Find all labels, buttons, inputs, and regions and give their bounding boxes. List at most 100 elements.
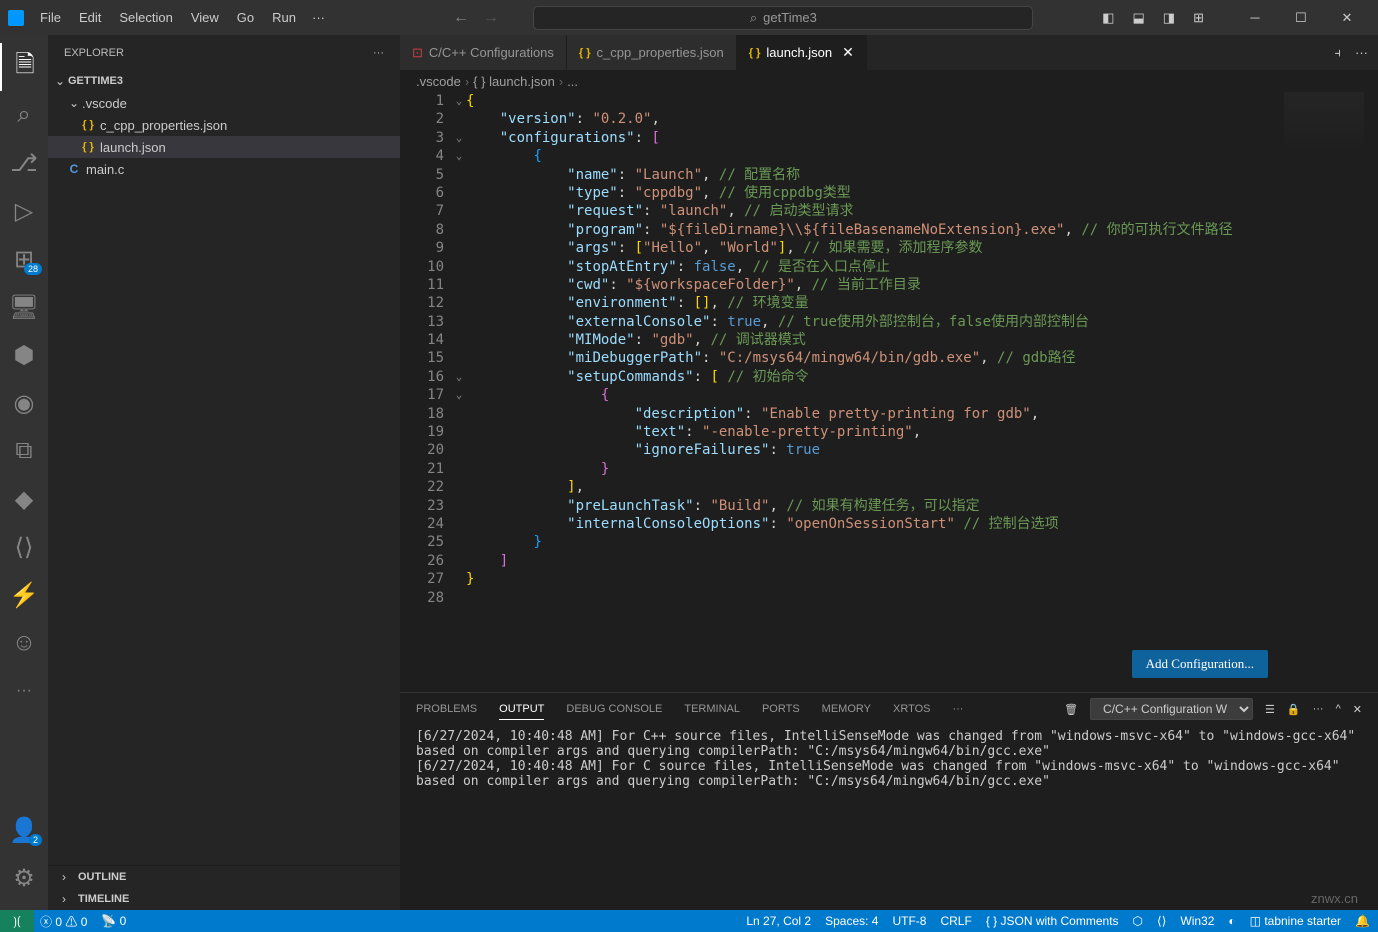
status-cursor[interactable]: Ln 27, Col 2	[746, 914, 811, 928]
status-platform[interactable]: Win32	[1180, 914, 1214, 928]
add-configuration-button[interactable]: Add Configuration...	[1132, 650, 1268, 678]
layout-panel-icon[interactable]: ⬓	[1132, 10, 1144, 26]
output-content[interactable]: [6/27/2024, 10:40:48 AM] For C++ source …	[400, 725, 1378, 910]
status-eol[interactable]: CRLF	[940, 914, 971, 928]
menu-selection[interactable]: Selection	[111, 6, 180, 29]
fold-icon[interactable]	[452, 184, 466, 202]
panel-tab-terminal[interactable]: TERMINAL	[684, 699, 740, 719]
fold-icon[interactable]: ⌄	[452, 386, 466, 404]
fold-icon[interactable]	[452, 552, 466, 570]
fold-icon[interactable]: ⌄	[452, 129, 466, 147]
activity-more-icon[interactable]: ···	[0, 667, 48, 715]
fold-icon[interactable]	[452, 110, 466, 128]
remote-button[interactable]: ⟯⟮	[0, 910, 34, 932]
fold-icon[interactable]	[452, 478, 466, 496]
fold-icon[interactable]	[452, 276, 466, 294]
window-close-button[interactable]: ✕	[1324, 0, 1370, 35]
tab-C/C++ Configurations[interactable]: ⊡C/C++ Configurations	[400, 35, 567, 70]
panel-tab-problems[interactable]: PROBLEMS	[416, 699, 477, 719]
panel-close-icon[interactable]: ✕	[1353, 703, 1362, 716]
fold-icon[interactable]: ⌄	[452, 368, 466, 386]
menu-view[interactable]: View	[183, 6, 227, 29]
menu-run[interactable]: Run	[264, 6, 304, 29]
close-icon[interactable]: ✕	[842, 44, 854, 61]
fold-icon[interactable]	[452, 533, 466, 551]
activity-remote[interactable]: 🖥	[0, 283, 48, 331]
activity-extensions[interactable]: ⊞28	[0, 235, 48, 283]
status-tabnine[interactable]: ◫ tabnine starter	[1250, 914, 1341, 928]
panel-tab-xrtos[interactable]: XRTOS	[893, 699, 931, 719]
panel-tab-debug console[interactable]: DEBUG CONSOLE	[566, 699, 662, 719]
activity-explorer[interactable]: 🗎	[0, 43, 48, 91]
status-errors[interactable]: ⓧ 0 ⚠ 0	[40, 913, 87, 930]
lock-icon[interactable]: 🔒	[1287, 703, 1301, 716]
breadcrumb-item[interactable]: ...	[567, 74, 578, 89]
activity-github[interactable]: ◉	[0, 379, 48, 427]
timeline-section[interactable]: ›TIMELINE	[48, 888, 400, 910]
fold-icon[interactable]	[452, 589, 466, 607]
breadcrumb[interactable]: .vscode›{ } launch.json›...	[400, 70, 1378, 92]
breadcrumb-item[interactable]: .vscode	[416, 74, 461, 89]
code-content[interactable]: { "version": "0.2.0", "configurations": …	[466, 92, 1378, 692]
status-ports[interactable]: 📡 0	[101, 914, 126, 928]
panel-tab-ports[interactable]: PORTS	[762, 699, 800, 719]
minimap[interactable]	[1284, 92, 1364, 152]
activity-settings[interactable]: ⚙	[0, 854, 48, 902]
fold-icon[interactable]	[452, 349, 466, 367]
file-main.c[interactable]: Cmain.c	[48, 158, 400, 180]
fold-icon[interactable]	[452, 460, 466, 478]
status-spaces[interactable]: Spaces: 4	[825, 914, 878, 928]
menu-more-icon[interactable]: ···	[304, 6, 333, 29]
status-language[interactable]: { } JSON with Comments	[986, 914, 1119, 928]
fold-icon[interactable]	[452, 423, 466, 441]
window-maximize-button[interactable]: ☐	[1278, 0, 1324, 35]
project-root[interactable]: ⌄ GETTIME3	[48, 70, 400, 92]
menu-go[interactable]: Go	[229, 6, 262, 29]
sidebar-more-icon[interactable]: ···	[373, 47, 384, 59]
fold-icon[interactable]	[452, 258, 466, 276]
activity-item-5[interactable]: ⚡	[0, 571, 48, 619]
fold-icon[interactable]	[452, 294, 466, 312]
status-item-3[interactable]: ◐	[1228, 914, 1235, 928]
fold-icon[interactable]: ⌄	[452, 147, 466, 165]
menu-edit[interactable]: Edit	[71, 6, 109, 29]
status-encoding[interactable]: UTF-8	[892, 914, 926, 928]
fold-icon[interactable]	[452, 313, 466, 331]
status-item-1[interactable]: ⬡	[1133, 914, 1143, 928]
fold-icon[interactable]: ⌄	[452, 92, 466, 110]
layout-sidebar-left-icon[interactable]: ◧	[1102, 10, 1114, 26]
fold-icon[interactable]	[452, 515, 466, 533]
layout-customize-icon[interactable]: ⊞	[1193, 10, 1204, 26]
activity-item-6[interactable]: ☺	[0, 619, 48, 667]
command-center[interactable]: ⌕ getTime3	[533, 6, 1033, 30]
file-launch.json[interactable]: { }launch.json	[48, 136, 400, 158]
activity-accounts[interactable]: 👤2	[0, 806, 48, 854]
fold-icon[interactable]	[452, 441, 466, 459]
outline-section[interactable]: ›OUTLINE	[48, 866, 400, 888]
activity-run-debug[interactable]: ▷	[0, 187, 48, 235]
fold-icon[interactable]	[452, 166, 466, 184]
window-minimize-button[interactable]: ─	[1232, 0, 1278, 35]
tab-more-icon[interactable]: ···	[1355, 45, 1368, 60]
fold-icon[interactable]	[452, 497, 466, 515]
menu-file[interactable]: File	[32, 6, 69, 29]
activity-search[interactable]: ⌕	[0, 91, 48, 139]
breadcrumb-item[interactable]: { } launch.json	[473, 74, 555, 89]
activity-item-2[interactable]: ⧉	[0, 427, 48, 475]
fold-icon[interactable]	[452, 239, 466, 257]
status-notifications-icon[interactable]: 🔔	[1355, 914, 1370, 928]
tab-c_cpp_properties.json[interactable]: { }c_cpp_properties.json	[567, 35, 737, 70]
split-editor-icon[interactable]: ⫞	[1335, 45, 1342, 61]
panel-more-tabs-icon[interactable]: ···	[952, 699, 963, 719]
clear-output-icon[interactable]: 🗑	[1064, 703, 1078, 716]
fold-icon[interactable]	[452, 405, 466, 423]
output-channel-select[interactable]: C/C++ Configuration W	[1090, 698, 1253, 720]
status-item-2[interactable]: ⟨⟩	[1157, 914, 1166, 928]
activity-item-1[interactable]: ⬢	[0, 331, 48, 379]
activity-source-control[interactable]: ⎇	[0, 139, 48, 187]
layout-sidebar-right-icon[interactable]: ◨	[1163, 10, 1175, 26]
file-c_cpp_properties.json[interactable]: { }c_cpp_properties.json	[48, 114, 400, 136]
fold-icon[interactable]	[452, 202, 466, 220]
nav-back-icon[interactable]: ←	[453, 9, 469, 27]
chevron-up-icon[interactable]: ^	[1336, 703, 1341, 715]
